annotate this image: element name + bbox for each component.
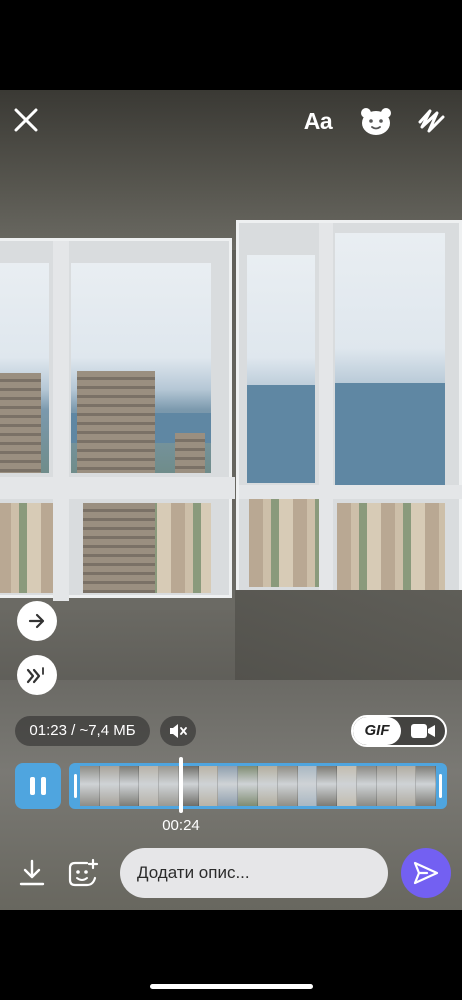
video-camera-icon [411, 724, 435, 738]
timeline-thumbnail [238, 766, 259, 806]
add-sticker-icon [68, 858, 99, 887]
timeline-thumbnail [356, 766, 377, 806]
trim-handle-left[interactable] [74, 774, 77, 798]
timeline-thumbnail [277, 766, 298, 806]
video-timeline[interactable] [69, 763, 447, 809]
pause-icon [27, 777, 49, 795]
timeline-thumbnail [396, 766, 417, 806]
timeline-thumbnail [198, 766, 219, 806]
caption-input[interactable] [120, 848, 388, 898]
timeline-thumbnail [99, 766, 120, 806]
gif-video-toggle[interactable]: GIF [351, 715, 447, 747]
video-option[interactable] [401, 722, 445, 740]
arrow-right-icon [28, 613, 45, 629]
home-indicator [150, 984, 313, 989]
playhead-time-label: 00:24 [162, 817, 200, 834]
draw-button[interactable] [412, 104, 452, 138]
add-sticker-button[interactable] [64, 855, 102, 891]
timeline-thumbnail [337, 766, 357, 806]
gif-option[interactable]: GIF [353, 717, 401, 745]
timeline-playhead[interactable] [179, 757, 183, 813]
sticker-button[interactable] [358, 104, 394, 138]
window-right [236, 220, 462, 643]
text-tool-button[interactable]: Aa [298, 104, 338, 138]
send-icon [413, 861, 439, 885]
timeline-thumbnail [218, 766, 239, 806]
double-chevron-speed-icon [26, 667, 44, 684]
timeline-thumbnail [416, 766, 437, 806]
download-button[interactable] [14, 855, 50, 891]
timeline-thumbnail [80, 766, 100, 806]
bear-face-icon [361, 108, 391, 135]
close-icon [14, 108, 38, 132]
timeline-thumbnail [139, 766, 160, 806]
duration-size-label: 01:23 / ~7,4 МБ [15, 716, 150, 746]
forward-button[interactable] [17, 601, 57, 641]
timeline-thumbnail [317, 766, 338, 806]
timeline-thumbnail [297, 766, 318, 806]
playback-speed-button[interactable] [17, 655, 57, 695]
send-button[interactable] [401, 848, 451, 898]
text-tool-label: Aa [303, 107, 333, 134]
speaker-muted-icon [170, 724, 187, 738]
timeline-thumbnail [376, 766, 397, 806]
download-icon [19, 859, 45, 886]
pause-button[interactable] [15, 763, 61, 809]
timeline-thumbnail [159, 766, 179, 806]
mute-button[interactable] [160, 716, 196, 746]
trim-handle-right[interactable] [439, 774, 442, 798]
window-left [0, 238, 235, 601]
timeline-thumbnail [258, 766, 278, 806]
timeline-thumbnail [119, 766, 140, 806]
close-button[interactable] [10, 104, 42, 136]
timeline-frames [80, 766, 437, 806]
draw-scribble-icon [418, 109, 445, 133]
